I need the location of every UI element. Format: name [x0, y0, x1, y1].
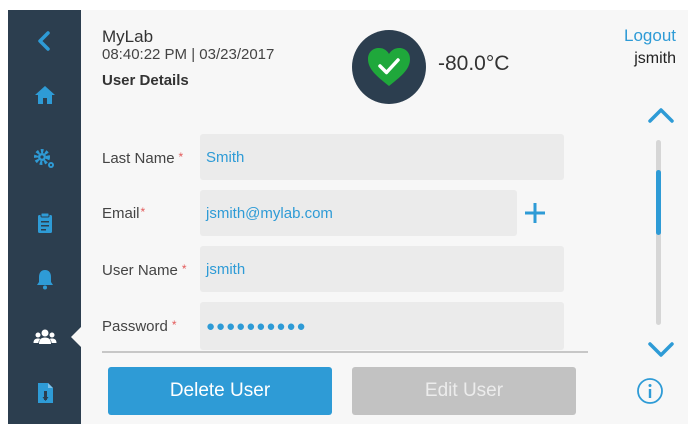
heart-check-icon: [368, 48, 410, 86]
sidebar-item-settings[interactable]: [8, 136, 81, 182]
file-info-icon: [37, 383, 53, 403]
info-icon[interactable]: [636, 377, 664, 405]
required-marker: *: [181, 262, 187, 276]
current-username: jsmith: [634, 50, 676, 67]
clipboard-icon: [37, 212, 52, 233]
sidebar: [8, 10, 81, 424]
scrollbar-thumb[interactable]: [656, 170, 661, 235]
required-marker: *: [171, 318, 177, 332]
sidebar-item-reports[interactable]: [8, 370, 81, 416]
home-icon: [34, 86, 55, 104]
required-marker: *: [178, 150, 184, 164]
edit-user-button[interactable]: Edit User: [352, 367, 576, 415]
gears-icon: [33, 149, 54, 168]
email-label: Email*: [102, 205, 146, 222]
app-name: MyLab: [102, 27, 154, 46]
user-name-field[interactable]: jsmith: [200, 246, 564, 292]
sidebar-item-alarms[interactable]: [8, 256, 81, 302]
form-divider: [102, 351, 588, 353]
sidebar-item-log[interactable]: [8, 200, 81, 246]
last-name-field[interactable]: Smith: [200, 134, 564, 180]
status-indicator[interactable]: [352, 30, 426, 104]
app-frame: MyLab 08:40:22 PM | 03/23/2017 User Deta…: [8, 10, 688, 424]
user-name-label: User Name *: [102, 262, 187, 279]
back-button[interactable]: [8, 18, 81, 64]
users-icon: [33, 329, 56, 344]
temperature-readout: -80.0°C: [438, 52, 510, 75]
datetime: 08:40:22 PM | 03/23/2017: [102, 46, 275, 63]
password-label: Password *: [102, 318, 177, 335]
page-title: User Details: [102, 72, 189, 89]
password-field[interactable]: ●●●●●●●●●●: [200, 302, 564, 350]
email-field[interactable]: jsmith@mylab.com: [200, 190, 517, 236]
bell-icon: [36, 270, 53, 290]
last-name-label: Last Name *: [102, 150, 184, 167]
sidebar-item-home[interactable]: [8, 72, 81, 118]
scroll-up-icon[interactable]: [647, 105, 675, 125]
delete-user-button[interactable]: Delete User: [108, 367, 332, 415]
required-marker: *: [140, 205, 146, 219]
sidebar-item-users[interactable]: [8, 314, 81, 360]
back-chevron-icon: [37, 31, 50, 51]
scroll-down-icon[interactable]: [647, 340, 675, 360]
logout-link[interactable]: Logout: [624, 26, 676, 46]
add-email-icon[interactable]: [523, 201, 547, 225]
